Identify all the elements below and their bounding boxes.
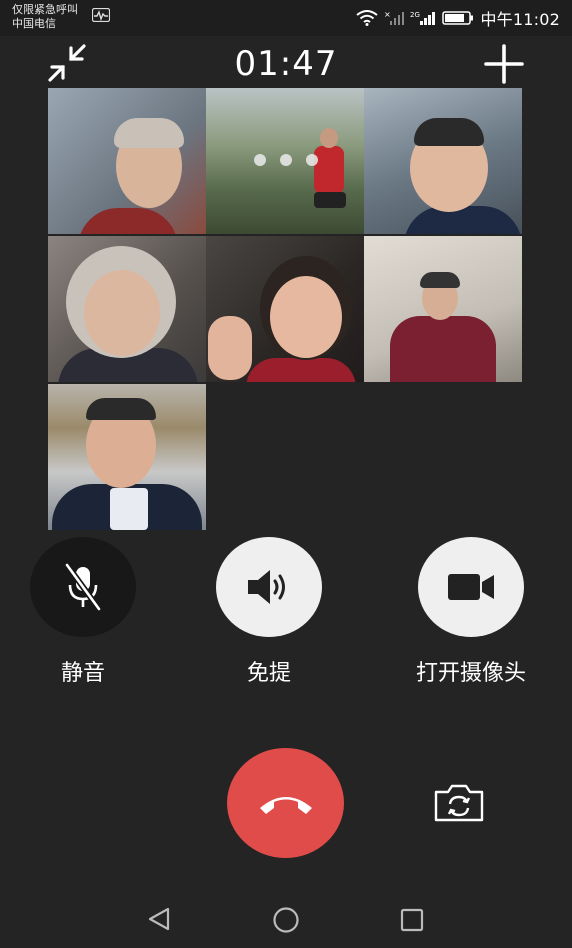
network-type-label: 2G bbox=[410, 11, 420, 19]
speaker-button[interactable] bbox=[216, 537, 322, 637]
status-icons: × 2G 中午11:02 bbox=[356, 6, 560, 30]
add-participant-button[interactable] bbox=[482, 42, 526, 86]
carrier-name: 中国电信 bbox=[12, 17, 56, 30]
video-tile-participant-7[interactable] bbox=[48, 384, 206, 530]
wifi-icon bbox=[356, 10, 379, 26]
mute-control[interactable]: 静音 bbox=[30, 537, 136, 687]
camera-control[interactable]: 打开摄像头 bbox=[396, 537, 546, 687]
video-tile-participant-4[interactable] bbox=[48, 236, 206, 382]
page-dot bbox=[254, 154, 266, 166]
recent-apps-icon[interactable] bbox=[400, 908, 424, 932]
microphone-off-icon bbox=[64, 563, 102, 611]
page-dot bbox=[306, 154, 318, 166]
video-tile-participant-3[interactable] bbox=[364, 88, 522, 234]
carrier-info: 仅限紧急呼叫 中国电信 bbox=[12, 3, 78, 31]
home-icon[interactable] bbox=[272, 906, 300, 934]
video-tile-participant-5[interactable] bbox=[206, 236, 364, 382]
page-dot bbox=[280, 154, 292, 166]
status-clock: 中午11:02 bbox=[480, 10, 560, 29]
no-signal-icon: × bbox=[384, 10, 405, 25]
end-call-icon bbox=[259, 797, 312, 814]
page-indicator-dots bbox=[254, 154, 318, 166]
battery-icon bbox=[442, 11, 474, 25]
activity-monitor-icon bbox=[92, 8, 110, 22]
video-camera-icon bbox=[448, 574, 494, 600]
camera-toggle-button[interactable] bbox=[418, 537, 524, 637]
status-bar: 仅限紧急呼叫 中国电信 × 2G 中午11:02 bbox=[0, 0, 572, 36]
svg-text:×: × bbox=[384, 10, 391, 19]
switch-camera-icon[interactable] bbox=[432, 782, 486, 824]
mute-label: 静音 bbox=[60, 661, 105, 686]
speaker-icon bbox=[248, 570, 285, 604]
system-nav-bar bbox=[0, 890, 572, 948]
camera-label: 打开摄像头 bbox=[415, 661, 526, 686]
hangup-button[interactable] bbox=[227, 748, 344, 858]
video-tile-participant-6[interactable] bbox=[364, 236, 522, 382]
mute-button[interactable] bbox=[30, 537, 136, 637]
speaker-control[interactable]: 免提 bbox=[215, 537, 323, 687]
carrier-emergency-text: 仅限紧急呼叫 bbox=[12, 3, 78, 16]
speaker-label: 免提 bbox=[246, 661, 291, 686]
signal-2g-icon: 2G bbox=[410, 11, 436, 25]
back-icon[interactable] bbox=[146, 906, 172, 932]
video-grid bbox=[48, 88, 522, 530]
video-tile-participant-1[interactable] bbox=[48, 88, 206, 234]
